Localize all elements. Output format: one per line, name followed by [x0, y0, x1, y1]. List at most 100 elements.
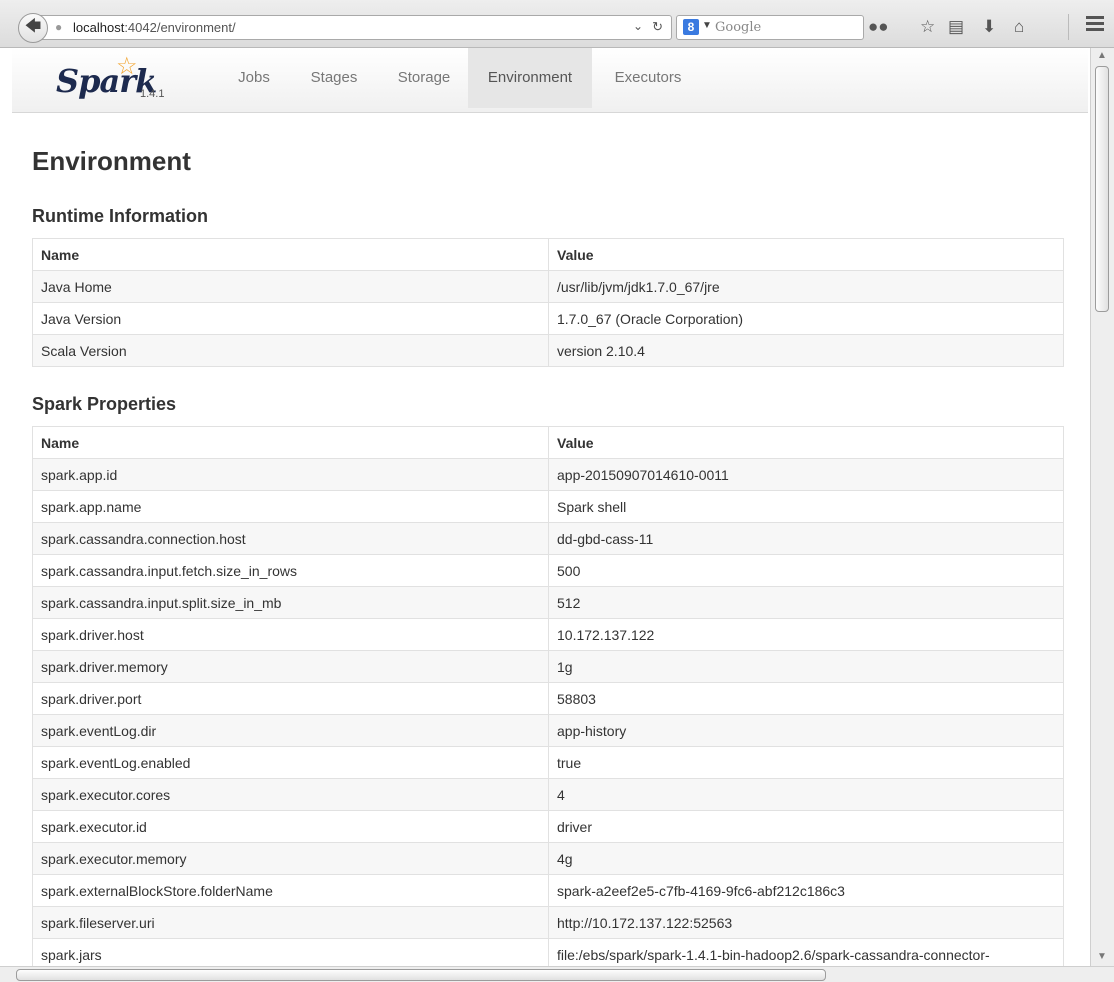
- back-button[interactable]: 🡄: [18, 13, 48, 43]
- property-name-cell: spark.driver.port: [32, 682, 549, 715]
- search-engine-icon[interactable]: 8: [683, 19, 699, 35]
- property-value-cell: app-history: [548, 714, 1064, 747]
- property-name-cell: spark.fileserver.uri: [32, 906, 549, 939]
- vertical-scrollbar[interactable]: ▲ ▼: [1090, 48, 1114, 966]
- column-header[interactable]: Name: [32, 238, 549, 271]
- property-name-cell: spark.driver.host: [32, 618, 549, 651]
- tab-executors[interactable]: Executors: [598, 48, 698, 108]
- table-row: spark.app.id app-20150907014610-0011: [32, 458, 1064, 491]
- table-row: spark.cassandra.connection.host dd-gbd-ca…: [32, 522, 1064, 555]
- property-value-cell: spark-a2eef2e5-c7fb-4169-9fc6-abf212c186…: [548, 874, 1064, 907]
- site-identity-icon[interactable]: ●: [55, 20, 62, 34]
- property-name-cell: spark.app.id: [32, 458, 549, 491]
- tab-stages[interactable]: Stages: [296, 48, 372, 108]
- bookmark-star-icon[interactable]: ☆: [920, 17, 935, 37]
- property-name-cell: spark.jars: [32, 938, 549, 966]
- table-row: spark.cassandra.input.fetch.size_in_rows…: [32, 554, 1064, 587]
- table-row: spark.externalBlockStore.folderName spark…: [32, 874, 1064, 907]
- property-name-cell: spark.app.name: [32, 490, 549, 523]
- property-name-cell: spark.eventLog.dir: [32, 714, 549, 747]
- property-value-cell: true: [548, 746, 1064, 779]
- horizontal-scrollbar[interactable]: [0, 966, 1114, 982]
- search-engine-dropdown-icon[interactable]: ▼: [702, 20, 712, 31]
- property-value-cell: 512: [548, 586, 1064, 619]
- url-text[interactable]: localhost:4042/environment/: [73, 20, 236, 35]
- property-name-cell: spark.externalBlockStore.folderName: [32, 874, 549, 907]
- tab-storage[interactable]: Storage: [384, 48, 464, 108]
- hamburger-menu-icon[interactable]: [1086, 16, 1104, 34]
- column-header[interactable]: Value: [548, 426, 1064, 459]
- property-value-cell: 500: [548, 554, 1064, 587]
- property-value-cell: app-20150907014610-0011: [548, 458, 1064, 491]
- table-row: spark.cassandra.input.split.size_in_mb 51…: [32, 586, 1064, 619]
- property-value-cell: 1g: [548, 650, 1064, 683]
- table-header-row: Name Value: [32, 426, 1064, 459]
- table-row: spark.driver.memory 1g: [32, 650, 1064, 683]
- tab-environment[interactable]: Environment: [468, 48, 592, 108]
- reload-icon[interactable]: ↻: [652, 19, 663, 35]
- table-row: spark.executor.id driver: [32, 810, 1064, 843]
- property-value-cell: http://10.172.137.122:52563: [548, 906, 1064, 939]
- property-value-cell: 1.7.0_67 (Oracle Corporation): [548, 302, 1064, 335]
- property-name-cell: Java Home: [32, 270, 549, 303]
- reading-list-icon[interactable]: ▤: [948, 17, 964, 37]
- property-value-cell: driver: [548, 810, 1064, 843]
- download-icon[interactable]: ⬇: [982, 17, 996, 37]
- table-header-row: Name Value: [32, 238, 1064, 271]
- runtime-heading: Runtime Information: [32, 206, 208, 226]
- spark-version: 1.4.1: [140, 88, 165, 100]
- table-row: spark.eventLog.enabled true: [32, 746, 1064, 779]
- page-content: Spark ☆ 1.4.1 Jobs Stages Storage Enviro…: [0, 48, 1090, 966]
- table-row: spark.driver.host 10.172.137.122: [32, 618, 1064, 651]
- property-value-cell: file:/ebs/spark/spark-1.4.1-bin-hadoop2.…: [548, 938, 1064, 966]
- toolbar-separator: [1068, 14, 1069, 40]
- spark-star-icon: ☆: [116, 53, 138, 80]
- spark-navbar: Spark ☆ 1.4.1 Jobs Stages Storage Enviro…: [12, 48, 1088, 113]
- home-icon[interactable]: ⌂: [1014, 17, 1024, 37]
- url-history-dropdown-icon[interactable]: ⌄: [633, 19, 643, 33]
- page-title: Environment: [32, 146, 191, 176]
- vertical-scroll-thumb[interactable]: [1095, 66, 1109, 312]
- column-header[interactable]: Name: [32, 426, 549, 459]
- property-name-cell: spark.eventLog.enabled: [32, 746, 549, 779]
- property-value-cell: 4g: [548, 842, 1064, 875]
- property-value-cell: /usr/lib/jvm/jdk1.7.0_67/jre: [548, 270, 1064, 303]
- search-bar[interactable]: 8 ▼ Google: [676, 15, 864, 40]
- scroll-down-icon[interactable]: ▼: [1097, 951, 1107, 962]
- search-placeholder[interactable]: Google: [715, 20, 761, 35]
- browser-toolbar: 🡄 ● localhost:4042/environment/ ⌄ ↻ 8 ▼ …: [0, 0, 1114, 48]
- table-row: Java Version 1.7.0_67 (Oracle Corporation…: [32, 302, 1064, 335]
- table-row: spark.executor.memory 4g: [32, 842, 1064, 875]
- table-row: spark.eventLog.dir app-history: [32, 714, 1064, 747]
- property-value-cell: Spark shell: [548, 490, 1064, 523]
- table-row: Java Home/usr/lib/jvm/jdk1.7.0_67/jre: [32, 270, 1064, 303]
- table-row: spark.executor.cores 4: [32, 778, 1064, 811]
- table-row: spark.driver.port 58803: [32, 682, 1064, 715]
- back-arrow-icon: 🡄: [24, 17, 42, 35]
- table-row: spark.app.name Spark shell: [32, 490, 1064, 523]
- property-value-cell: version 2.10.4: [548, 334, 1064, 367]
- table-row: spark.fileserver.uri http://10.172.137.12…: [32, 906, 1064, 939]
- property-name-cell: spark.executor.cores: [32, 778, 549, 811]
- tab-jobs[interactable]: Jobs: [224, 48, 284, 108]
- table-row: spark.jars file:/ebs/spark/spark-1.4.1-bi…: [32, 938, 1064, 966]
- spark-properties-heading: Spark Properties: [32, 394, 177, 414]
- column-header[interactable]: Value: [548, 238, 1064, 271]
- table-row: Scala Version version 2.10.4: [32, 334, 1064, 367]
- property-value-cell: 10.172.137.122: [548, 618, 1064, 651]
- horizontal-scroll-thumb[interactable]: [16, 969, 826, 981]
- scroll-up-icon[interactable]: ▲: [1097, 50, 1107, 61]
- property-name-cell: spark.cassandra.input.split.size_in_mb: [32, 586, 549, 619]
- property-name-cell: Scala Version: [32, 334, 549, 367]
- property-name-cell: spark.driver.memory: [32, 650, 549, 683]
- property-name-cell: spark.executor.memory: [32, 842, 549, 875]
- binoculars-icon[interactable]: ●●: [868, 17, 889, 37]
- spark-properties-table: Name Value spark.app.id app-2015090701461…: [32, 426, 1064, 966]
- property-name-cell: spark.executor.id: [32, 810, 549, 843]
- property-value-cell: 58803: [548, 682, 1064, 715]
- url-bar[interactable]: ● localhost:4042/environment/ ⌄ ↻: [36, 15, 672, 40]
- property-value-cell: dd-gbd-cass-11: [548, 522, 1064, 555]
- runtime-table: Name Value Java Home/usr/lib/jvm/jdk1.7.…: [32, 238, 1064, 367]
- property-name-cell: Java Version: [32, 302, 549, 335]
- property-value-cell: 4: [548, 778, 1064, 811]
